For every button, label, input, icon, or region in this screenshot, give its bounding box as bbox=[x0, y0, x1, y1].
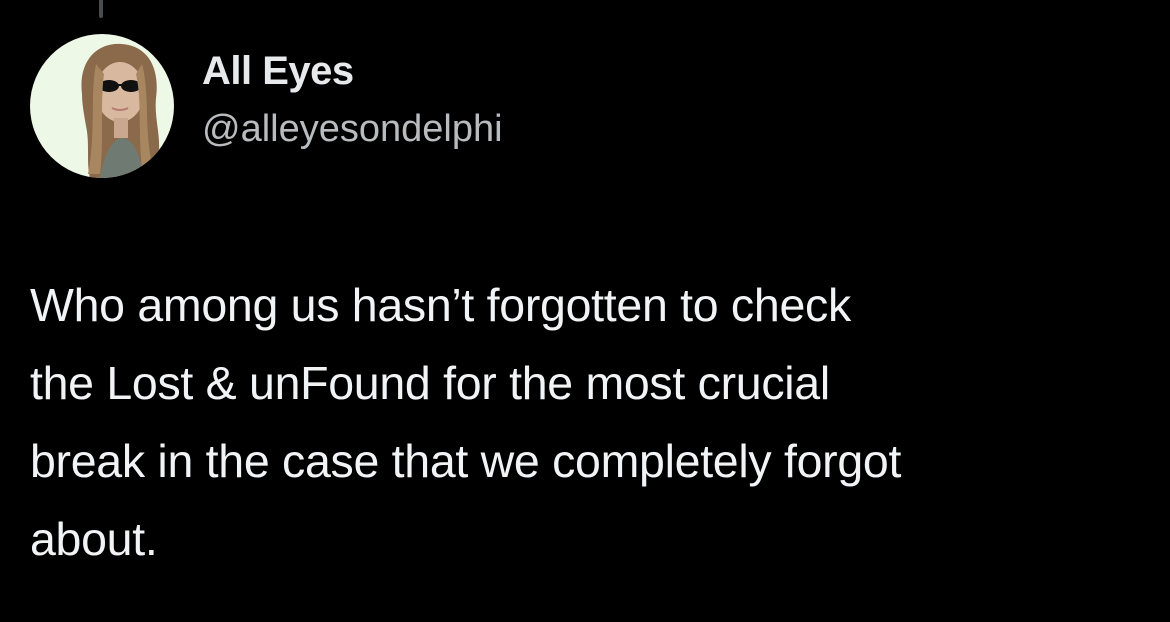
author-handle[interactable]: @alleyesondelphi bbox=[202, 104, 503, 154]
profile-photo-icon bbox=[30, 34, 174, 178]
thread-connector-line bbox=[99, 0, 103, 18]
author-names: All Eyes @alleyesondelphi bbox=[202, 46, 503, 154]
tweet-header: All Eyes @alleyesondelphi bbox=[30, 34, 503, 178]
avatar[interactable] bbox=[30, 34, 174, 178]
author-display-name[interactable]: All Eyes bbox=[202, 46, 503, 96]
tweet-text: Who among us hasn’t forgotten to check t… bbox=[30, 279, 902, 565]
